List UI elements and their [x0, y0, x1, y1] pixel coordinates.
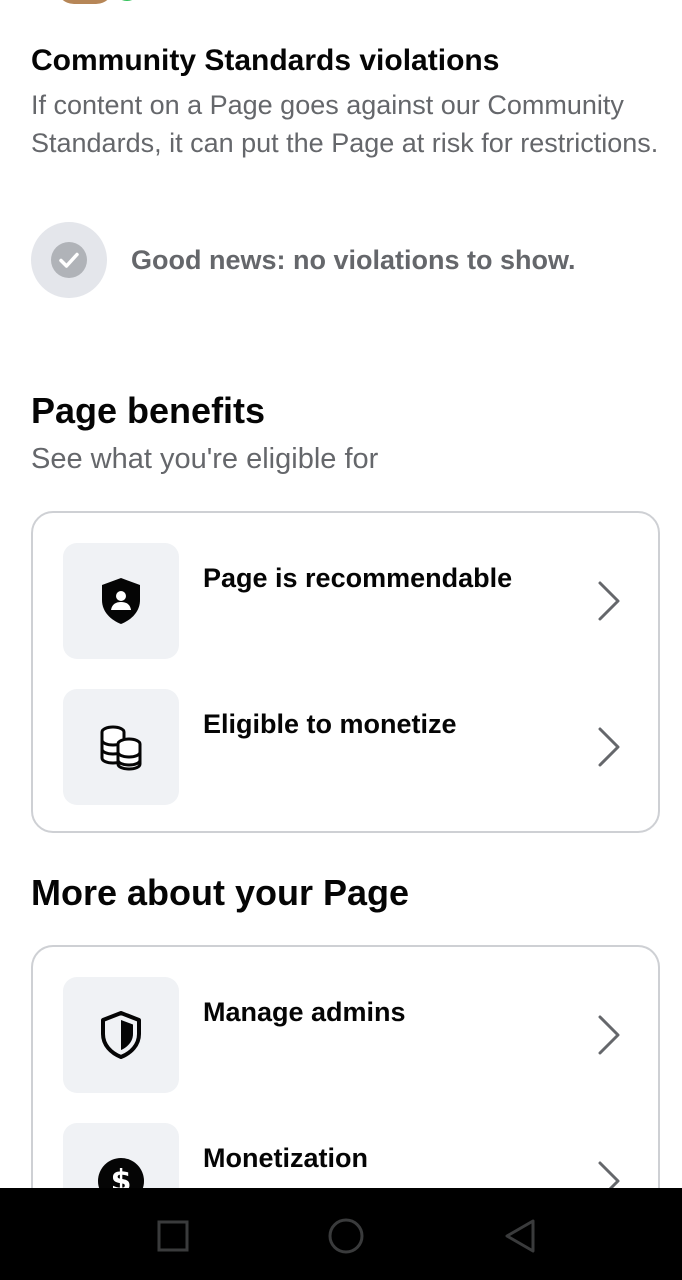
recents-button[interactable] — [149, 1212, 197, 1260]
violations-description: If content on a Page goes against our Co… — [31, 90, 659, 158]
shield-person-icon — [102, 578, 140, 624]
shield-icon — [101, 1011, 141, 1059]
benefit-item-recommendable[interactable]: Page is recommendable — [63, 543, 658, 661]
violations-title: Community Standards violations — [31, 44, 500, 77]
chevron-right-icon — [598, 1015, 620, 1055]
home-circle-icon — [328, 1218, 364, 1254]
icon-tile — [63, 543, 179, 659]
back-triangle-icon — [505, 1219, 535, 1253]
status-icon-circle — [31, 222, 107, 298]
coins-icon — [100, 725, 142, 771]
checkmark-icon — [51, 242, 87, 278]
avatar-stack — [56, 0, 196, 4]
benefits-subtitle: See what you're eligible for — [31, 443, 379, 475]
benefits-card: Page is recommendable Eligible to moneti… — [31, 511, 660, 833]
icon-tile — [63, 977, 179, 1093]
more-title: More about your Page — [31, 872, 410, 913]
violations-status: Good news: no violations to show. — [31, 222, 576, 298]
chevron-right-icon — [598, 727, 620, 767]
more-item-manage-admins[interactable]: Manage admins — [63, 977, 658, 1095]
more-label: Manage admins — [203, 997, 406, 1027]
icon-tile — [63, 689, 179, 805]
benefit-label: Page is recommendable — [203, 563, 513, 593]
back-button[interactable] — [496, 1212, 544, 1260]
system-nav-bar — [0, 1188, 682, 1280]
home-button[interactable] — [322, 1212, 370, 1260]
benefits-title: Page benefits — [31, 390, 266, 431]
benefit-item-monetize[interactable]: Eligible to monetize — [63, 689, 658, 807]
online-indicator — [110, 0, 144, 4]
benefit-label: Eligible to monetize — [203, 709, 457, 739]
recents-square-icon — [157, 1220, 189, 1252]
more-label: Monetization — [203, 1143, 368, 1173]
status-text: Good news: no violations to show. — [131, 244, 576, 275]
avatar — [56, 0, 114, 4]
chevron-right-icon — [598, 581, 620, 621]
